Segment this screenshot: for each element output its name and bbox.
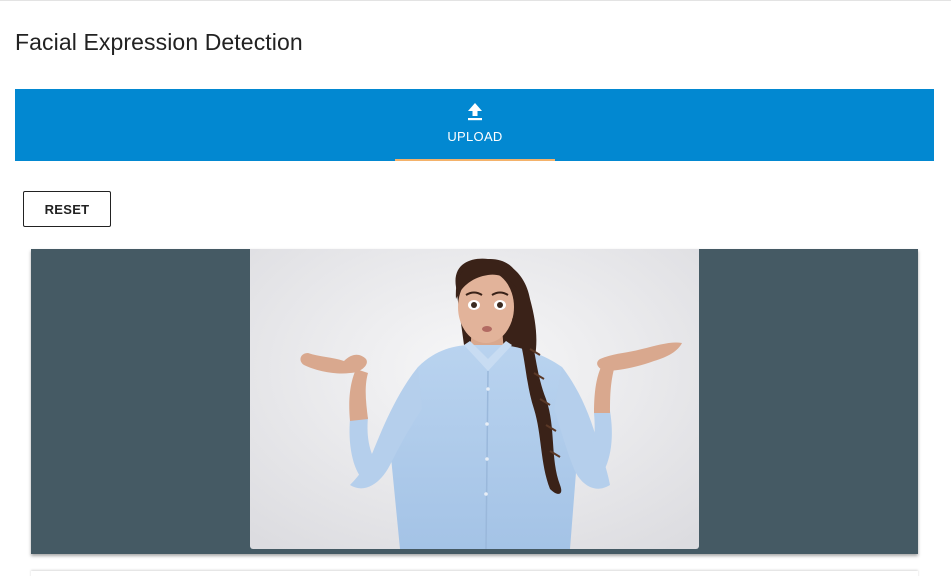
- app-window: Facial Expression Detection UPLOAD RESET: [0, 0, 951, 576]
- tab-active-indicator: [395, 159, 555, 161]
- tab-upload-label: UPLOAD: [447, 129, 503, 144]
- reset-button[interactable]: RESET: [23, 191, 111, 227]
- tab-bar: UPLOAD: [15, 89, 934, 161]
- upload-icon: [468, 103, 482, 121]
- results-card: [31, 571, 918, 576]
- uploaded-photo: [250, 249, 699, 549]
- image-viewer: [31, 249, 918, 554]
- tab-upload[interactable]: UPLOAD: [395, 89, 555, 161]
- page-title: Facial Expression Detection: [15, 29, 303, 55]
